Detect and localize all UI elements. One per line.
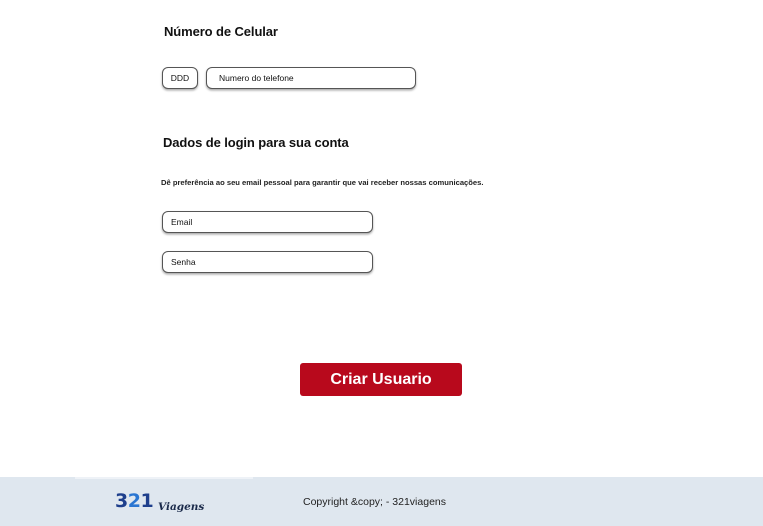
password-input[interactable] (162, 251, 373, 273)
login-section-title: Dados de login para sua conta (163, 135, 349, 150)
create-user-button[interactable]: Criar Usuario (300, 363, 462, 396)
phone-number-input[interactable] (206, 67, 416, 89)
logo-word: Viagens (158, 501, 205, 513)
brand-logo[interactable]: 321 Viagens (115, 490, 210, 516)
login-hint-text: Dê preferência ao seu email pessoal para… (161, 178, 484, 187)
footer: 321 Viagens Copyright &copy; - 321viagen… (0, 477, 763, 526)
email-input[interactable] (162, 211, 373, 233)
footer-top-highlight (75, 477, 253, 479)
phone-section-title: Número de Celular (164, 24, 278, 39)
logo-digit-2: 2 (127, 490, 141, 512)
logo-digit-3: 3 (115, 490, 128, 512)
logo-digit-1: 1 (140, 490, 154, 512)
logo-number: 321 (115, 490, 154, 512)
copyright-text: Copyright &copy; - 321viagens (303, 496, 446, 508)
ddd-input[interactable] (162, 67, 198, 89)
